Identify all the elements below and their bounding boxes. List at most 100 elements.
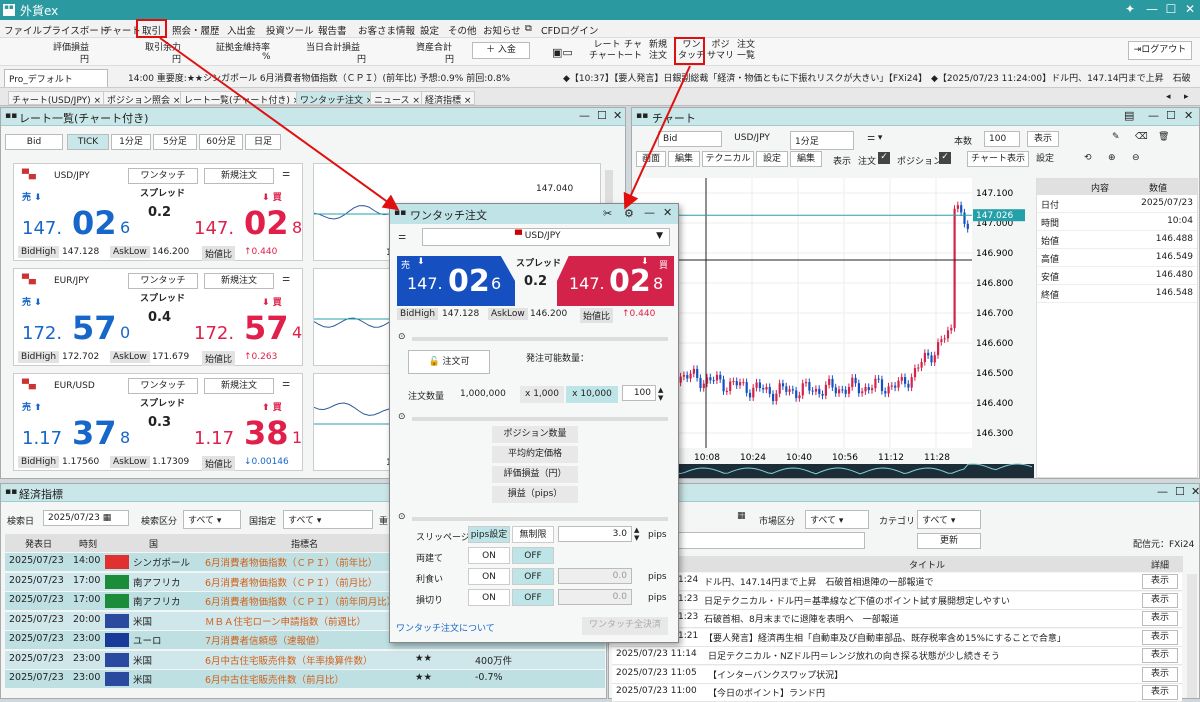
tab-economic[interactable]: 経済指標 × <box>421 91 476 106</box>
news-row[interactable]: 2025/07/23 11:05 【インターバンクスワップ状況】 表示 <box>612 665 1182 684</box>
dialog-settings-icon[interactable]: ⚙ <box>624 207 634 220</box>
chart-button[interactable]: チャ ート <box>624 40 642 62</box>
candle-type-icon[interactable]: ⚌ ▾ <box>867 133 882 143</box>
qty-x1000-button[interactable]: x 1,000 <box>520 386 564 403</box>
qty-x10000-button[interactable]: x 10,000 <box>566 386 618 403</box>
loss-off-toggle[interactable]: OFF <box>512 589 554 606</box>
menu-tools[interactable]: 投資ツール <box>266 23 314 37</box>
history-icon[interactable]: ⟲ <box>1084 153 1092 163</box>
pair-onetouch-button[interactable]: ワンタッチ <box>128 168 198 184</box>
menu-other[interactable]: その他 <box>448 23 477 37</box>
period-daily[interactable]: 日足 <box>245 134 281 150</box>
pair-neworder-button[interactable]: 新規注文 <box>204 168 274 184</box>
pair-neworder-button[interactable]: 新規注文 <box>204 273 274 289</box>
menu-priceboard[interactable]: プライスボード <box>42 23 108 37</box>
country-select[interactable]: すべて ▾ <box>283 510 373 529</box>
rate-panel-minimize-icon[interactable]: — <box>579 109 590 122</box>
search-date-input[interactable]: 2025/07/23 ▦ <box>43 510 129 526</box>
sell-label[interactable]: 売 ⬇ <box>22 190 42 203</box>
calendar-icon[interactable]: ▦ <box>737 511 746 521</box>
news-detail-button[interactable]: 表示 <box>1142 648 1178 663</box>
new-order-button[interactable]: 新規 注文 <box>649 40 667 62</box>
pair-chart-icon[interactable]: ⚌ <box>282 169 290 179</box>
tab-news[interactable]: ニュース × <box>370 91 424 106</box>
news-close-icon[interactable]: ✕ <box>1191 485 1200 498</box>
chart-close-icon[interactable]: ✕ <box>1184 109 1193 122</box>
buy-label[interactable]: ⬇ 買 <box>262 295 282 308</box>
pair-chart-icon[interactable]: ⚌ <box>282 379 290 389</box>
search-category-select[interactable]: すべて ▾ <box>183 510 241 529</box>
news-row[interactable]: 2025/07/23 11:00 【今日のポイント】ランド円 表示 <box>612 684 1182 702</box>
rate-panel-maximize-icon[interactable]: ☐ <box>597 109 607 122</box>
chart-settings-button-2[interactable]: 設定 <box>1029 151 1061 167</box>
sell-label[interactable]: 売 ⬆ <box>22 400 42 413</box>
news-detail-button[interactable]: 表示 <box>1142 574 1178 589</box>
news-row[interactable]: 1:23 石破首相、8月末までに退陣を表明へ 一部報道 表示 <box>612 610 1182 628</box>
econ-row[interactable]: 2025/07/23 23:00 米国 6月中古住宅販売件数（前月比） ★★ -… <box>5 670 605 688</box>
pair-bid-price[interactable]: 147. 02 6 <box>22 204 132 242</box>
news-detail-button[interactable]: 表示 <box>1142 592 1178 608</box>
slippage-stepper-icon[interactable]: ▲ ▼ <box>634 526 639 542</box>
zoom-in-icon[interactable]: ⊕ <box>1108 153 1116 163</box>
pair-neworder-button[interactable]: 新規注文 <box>204 378 274 394</box>
category-select[interactable]: すべて ▾ <box>917 510 981 529</box>
both-on-toggle[interactable]: ON <box>468 547 510 564</box>
tab-scroll-right-icon[interactable]: ▸ <box>1184 92 1189 102</box>
chart-settings-icon[interactable]: ▤ <box>1124 109 1134 122</box>
pair-bid-price[interactable]: 1.17 37 8 <box>22 414 132 452</box>
pair-ask-price[interactable]: 1.17 38 1 <box>194 414 304 452</box>
rate-panel-close-icon[interactable]: ✕ <box>613 109 622 122</box>
layout-icon[interactable]: ▣▭ <box>552 46 573 59</box>
news-maximize-icon[interactable]: ☐ <box>1175 485 1185 498</box>
technical-button[interactable]: テクニカル <box>702 151 754 167</box>
chart-display-button[interactable]: チャート表示 <box>967 151 1029 167</box>
dialog-tools-icon[interactable]: ✂ <box>603 207 612 220</box>
chart-period-select[interactable]: 1分足 <box>790 131 854 150</box>
menu-cfd-login[interactable]: CFDログイン <box>541 23 598 37</box>
chart-minimize-icon[interactable]: — <box>1148 109 1159 122</box>
news-minimize-icon[interactable]: — <box>1157 485 1168 498</box>
slippage-input[interactable]: 3.0 <box>558 526 632 542</box>
zoom-out-icon[interactable]: ⊖ <box>1132 153 1140 163</box>
market-select[interactable]: すべて ▾ <box>805 510 869 529</box>
news-row[interactable]: 2025/07/23 11:14 日足テクニカル・NZドル円＝レンジ放れの向き探… <box>612 647 1182 665</box>
unlimited-toggle[interactable]: 無制限 <box>512 526 554 543</box>
period-1min[interactable]: 1分足 <box>111 134 151 150</box>
dialog-sell-button[interactable]: 売 ⬇ 147. 02 6 <box>397 256 515 306</box>
about-onetouch-link[interactable]: ワンタッチ注文について <box>396 621 495 634</box>
tab-chart-usdjpy[interactable]: チャート(USD/JPY) × <box>8 91 105 106</box>
chart-screen-button[interactable]: 画面 <box>636 151 666 167</box>
qty-stepper-icon[interactable]: ▲ ▼ <box>658 386 663 402</box>
order-lock-button[interactable]: 🔓 注文可 <box>408 350 490 374</box>
econ-row[interactable]: 2025/07/23 23:00 米国 6月中古住宅販売件数（年率換算件数） ★… <box>5 650 605 669</box>
pair-ask-price[interactable]: 147. 02 8 <box>194 204 304 242</box>
count-input[interactable]: 100 <box>984 131 1020 147</box>
candlestick-chart[interactable]: 147.100147.000146.900146.800146.700146.6… <box>636 178 1034 478</box>
order-list-button[interactable]: 注文 一覧 <box>737 40 755 62</box>
take-profit-input[interactable]: 0.0 <box>558 568 632 584</box>
pair-bid-price[interactable]: 172. 57 0 <box>22 309 132 347</box>
news-row[interactable]: 1:23 日足テクニカル・ドル円＝基準線など下値のポイント試す展開想定しやすい … <box>612 591 1182 610</box>
menu-history[interactable]: 照会・履歴 <box>172 23 220 37</box>
tab-scroll-left-icon[interactable]: ◂ <box>1166 92 1171 102</box>
dialog-pair-select[interactable]: ▀ USD/JPY ▼ <box>422 228 670 246</box>
both-off-toggle[interactable]: OFF <box>512 547 554 564</box>
bid-select[interactable]: Bid <box>5 134 63 150</box>
collapse-icon-2[interactable]: ⊙ <box>398 412 406 422</box>
pair-ask-price[interactable]: 172. 57 4 <box>194 309 304 347</box>
tab-onetouch[interactable]: ワンタッチ注文 × <box>296 91 378 106</box>
chart-show-button[interactable]: 表示 <box>1027 131 1059 147</box>
take-off-toggle[interactable]: OFF <box>512 568 554 585</box>
tick-button[interactable]: TICK <box>67 134 109 150</box>
maximize-icon[interactable]: ☐ <box>1162 2 1180 16</box>
news-update-button[interactable]: 更新 <box>917 533 981 549</box>
chart-pair-select[interactable]: USD/JPY <box>702 131 786 145</box>
news-row[interactable]: 1:21 【要人発言】経済再生相「自動車及び自動車部品、既存税率含め15%にする… <box>612 628 1182 647</box>
pencil-icon[interactable]: ✎ <box>1112 132 1120 142</box>
qty-input[interactable]: 100 <box>622 385 656 401</box>
period-60min[interactable]: 60分足 <box>199 134 243 150</box>
pin-icon[interactable]: ✦ <box>1121 2 1139 16</box>
news-detail-button[interactable]: 表示 <box>1142 611 1178 626</box>
menu-notice[interactable]: お知らせ <box>483 23 521 37</box>
period-5min[interactable]: 5分足 <box>153 134 197 150</box>
